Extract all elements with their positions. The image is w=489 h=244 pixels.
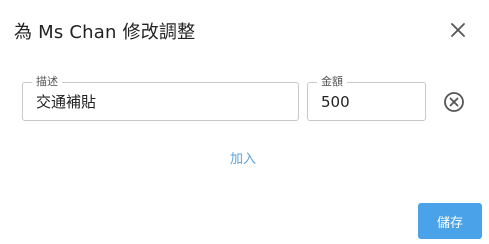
description-field: 描述	[22, 75, 299, 121]
remove-row-button[interactable]	[442, 90, 466, 114]
close-button[interactable]	[445, 17, 471, 43]
save-button[interactable]: 儲存	[418, 203, 482, 239]
amount-input[interactable]	[321, 83, 419, 120]
dialog-title: 為 Ms Chan 修改調整	[14, 22, 196, 43]
amount-field: 金額	[307, 75, 426, 121]
description-input[interactable]	[36, 83, 292, 120]
circle-x-icon	[444, 92, 464, 112]
add-row-link[interactable]: 加入	[230, 148, 256, 167]
edit-adjustment-dialog: 為 Ms Chan 修改調整 描述 金額 加入 儲存	[0, 0, 489, 244]
close-icon	[451, 23, 465, 37]
